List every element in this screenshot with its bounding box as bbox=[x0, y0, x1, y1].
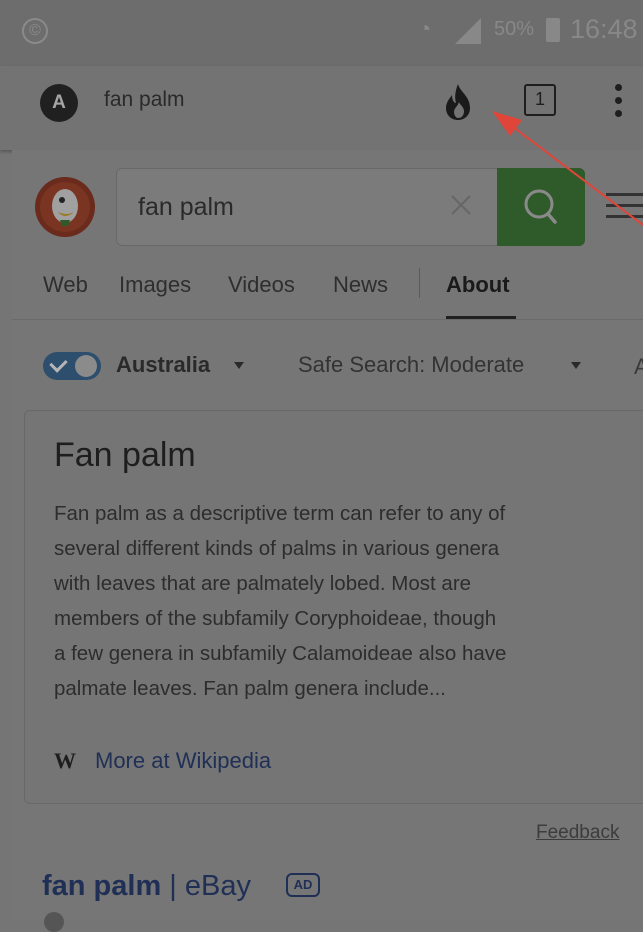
result-title-rest: | eBay bbox=[161, 870, 251, 902]
wikipedia-link[interactable]: More at Wikipedia bbox=[95, 748, 271, 774]
info-card-abstract: Fan palm as a descriptive term can refer… bbox=[54, 496, 624, 706]
duckduckgo-logo[interactable] bbox=[34, 176, 96, 238]
signal-icon bbox=[455, 18, 481, 44]
abstract-line: a few genera in subfamily Calamoideae al… bbox=[54, 642, 507, 665]
abstract-line: with leaves that are palmately lobed. Mo… bbox=[54, 572, 472, 595]
clear-icon[interactable] bbox=[446, 190, 476, 220]
abstract-line: Fan palm as a descriptive term can refer… bbox=[54, 502, 506, 525]
tab-news[interactable]: News bbox=[333, 272, 388, 298]
tab-about[interactable]: About bbox=[446, 272, 510, 298]
ad-badge: AD bbox=[286, 873, 320, 897]
region-filter[interactable]: Australia bbox=[116, 352, 210, 378]
feedback-link[interactable]: Feedback bbox=[536, 822, 619, 844]
tab-images[interactable]: Images bbox=[119, 272, 191, 298]
time-filter-partial[interactable]: A bbox=[634, 354, 643, 380]
notification-icon: © bbox=[22, 18, 48, 44]
battery-icon bbox=[546, 18, 560, 42]
wikipedia-icon: W bbox=[54, 748, 76, 773]
nav-separator bbox=[12, 319, 643, 320]
overflow-menu-icon[interactable] bbox=[610, 82, 626, 120]
info-card-title: Fan palm bbox=[54, 436, 196, 474]
nav-divider bbox=[419, 268, 420, 298]
result-favicon bbox=[44, 912, 64, 932]
result-title-bold: fan palm bbox=[42, 870, 162, 902]
tabs-icon[interactable]: 1 bbox=[524, 84, 556, 116]
clock: 16:48 bbox=[570, 14, 638, 44]
fire-icon[interactable] bbox=[441, 82, 475, 122]
wifi-icon: ◔ bbox=[418, 16, 432, 41]
abstract-line: members of the subfamily Coryphoideae, t… bbox=[54, 607, 497, 630]
tab-videos[interactable]: Videos bbox=[228, 272, 295, 298]
region-toggle[interactable] bbox=[43, 352, 101, 380]
address-bar-query[interactable]: fan palm bbox=[104, 88, 185, 112]
tab-web[interactable]: Web bbox=[43, 272, 88, 298]
search-button[interactable] bbox=[497, 168, 585, 246]
abstract-line: palmate leaves. Fan palm genera include.… bbox=[54, 677, 447, 700]
safe-search-filter[interactable]: Safe Search: Moderate bbox=[298, 352, 524, 378]
chevron-down-icon[interactable] bbox=[234, 362, 244, 369]
result-title-link[interactable]: fan palm | eBay bbox=[42, 870, 251, 903]
battery-level: 50% bbox=[494, 18, 535, 40]
checkmark-icon bbox=[49, 354, 68, 373]
chevron-down-icon[interactable] bbox=[571, 362, 581, 369]
abstract-line: several different kinds of palms in vari… bbox=[54, 537, 500, 560]
hamburger-menu-icon[interactable] bbox=[606, 193, 643, 219]
search-input[interactable]: fan palm bbox=[138, 193, 234, 222]
site-avatar[interactable]: A bbox=[40, 84, 78, 122]
status-bar: © ◔ 50% 16:48 bbox=[0, 0, 643, 66]
search-icon bbox=[524, 189, 557, 224]
